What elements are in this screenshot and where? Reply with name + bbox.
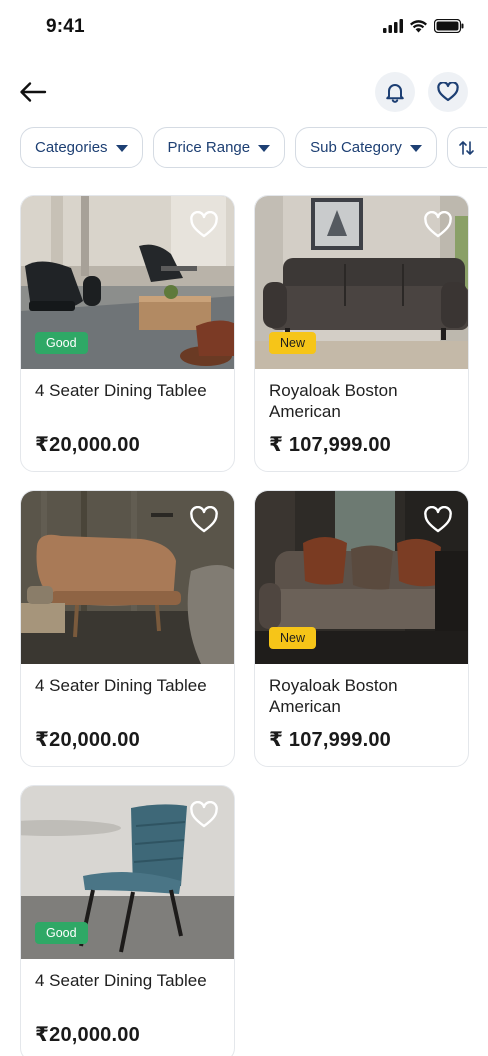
status-time: 9:41	[46, 16, 85, 37]
signal-icon	[383, 19, 403, 33]
product-card[interactable]: 4 Seater Dining Tablee ₹20,000.00	[20, 490, 235, 767]
product-price: ₹ 107,999.00	[269, 729, 391, 751]
back-button[interactable]	[16, 76, 50, 108]
notifications-button[interactable]	[375, 72, 415, 112]
status-icons	[383, 19, 464, 33]
filter-label: Sub Category	[310, 139, 402, 156]
product-title: Royaloak Boston American	[269, 381, 398, 421]
product-price: ₹20,000.00	[35, 1024, 140, 1046]
sort-button[interactable]	[446, 127, 487, 168]
heart-icon	[437, 82, 459, 102]
wishlist-button[interactable]	[428, 72, 468, 112]
favorite-heart-icon[interactable]	[189, 211, 219, 239]
condition-badge: New	[269, 332, 317, 354]
product-title: 4 Seater Dining Tablee	[35, 971, 207, 990]
favorite-heart-icon[interactable]	[189, 506, 219, 534]
product-image: New	[255, 491, 468, 664]
battery-icon	[434, 19, 464, 33]
status-bar: 9:41	[0, 0, 488, 56]
product-price: ₹20,000.00	[35, 434, 140, 456]
product-title: 4 Seater Dining Tablee	[35, 381, 207, 400]
product-card[interactable]: New Royaloak Boston American ₹ 107,999.0…	[254, 195, 469, 472]
filter-bar: Categories Price Range Sub Category	[20, 127, 487, 168]
product-card[interactable]: Good 4 Seater Dining Tablee ₹20,000.00	[20, 195, 235, 472]
product-image	[21, 491, 234, 664]
top-bar	[0, 72, 488, 112]
product-image: Good	[21, 786, 234, 959]
product-image: Good	[21, 196, 234, 369]
condition-badge: Good	[35, 332, 88, 354]
caret-down-icon	[115, 144, 128, 152]
wifi-icon	[410, 20, 427, 33]
product-title: 4 Seater Dining Tablee	[35, 676, 207, 695]
filter-label: Categories	[35, 139, 108, 156]
condition-badge: Good	[35, 922, 88, 944]
filter-sub-category[interactable]: Sub Category	[295, 127, 437, 168]
favorite-heart-icon[interactable]	[423, 506, 453, 534]
product-title: Royaloak Boston American	[269, 676, 398, 716]
favorite-heart-icon[interactable]	[189, 801, 219, 829]
bell-icon	[386, 84, 404, 103]
favorite-heart-icon[interactable]	[423, 211, 453, 239]
filter-categories[interactable]: Categories	[20, 127, 143, 168]
product-price: ₹20,000.00	[35, 729, 140, 751]
product-price: ₹ 107,999.00	[269, 434, 391, 456]
condition-badge: New	[269, 627, 317, 649]
sort-icon	[459, 140, 474, 155]
product-card[interactable]: Good 4 Seater Dining Tablee ₹20,000.00	[20, 785, 235, 1056]
product-card[interactable]: New Royaloak Boston American ₹ 107,999.0…	[254, 490, 469, 767]
caret-down-icon	[409, 144, 422, 152]
arrow-left-icon	[20, 82, 47, 102]
caret-down-icon	[258, 144, 271, 152]
product-image: New	[255, 196, 468, 369]
filter-price-range[interactable]: Price Range	[152, 127, 286, 168]
filter-label: Price Range	[167, 139, 251, 156]
